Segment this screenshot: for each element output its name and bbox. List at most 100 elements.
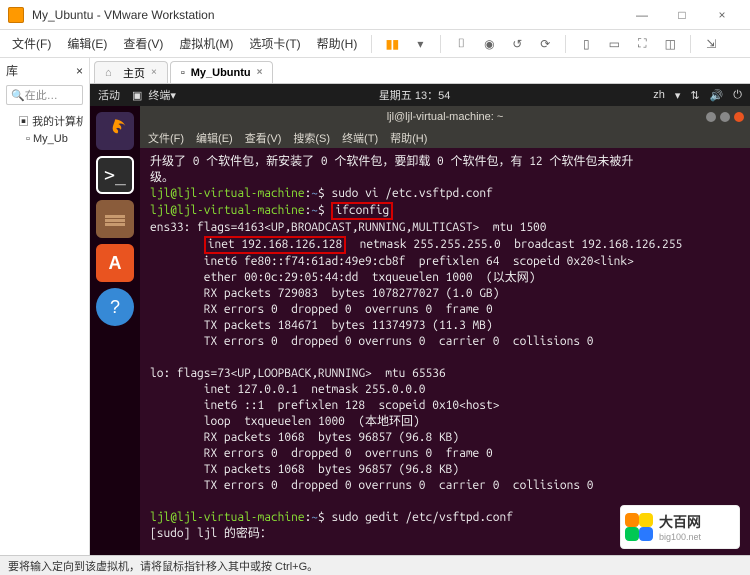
- view-fullscreen-icon[interactable]: ⛶: [632, 34, 652, 54]
- prompt-user: ljl@ljl-virtual-machine: [150, 204, 305, 217]
- close-button[interactable]: ×: [702, 3, 742, 27]
- dock-help[interactable]: ?: [96, 288, 134, 326]
- menu-tabs[interactable]: 选项卡(T): [243, 31, 306, 56]
- watermark: 大百网 big100.net: [620, 505, 740, 549]
- term-menu-view[interactable]: 查看(V): [245, 130, 282, 146]
- close-icon[interactable]: ×: [257, 67, 263, 78]
- status-text: 要将输入定向到该虚拟机，请将鼠标指针移入其中或按 Ctrl+G。: [8, 561, 318, 573]
- help-icon: ?: [110, 297, 120, 318]
- minimize-icon[interactable]: [706, 112, 716, 122]
- output-line: RX packets 729083 bytes 1078277027 (1.0 …: [150, 287, 499, 300]
- output-line: TX errors 0 dropped 0 overruns 0 carrier…: [150, 479, 594, 492]
- output-line: RX packets 1068 bytes 96857 (96.8 KB): [150, 431, 459, 444]
- prompt-path: ~: [311, 511, 318, 524]
- view-unity-icon[interactable]: ◫: [660, 34, 680, 54]
- prompt-path: ~: [311, 204, 318, 217]
- dock-software[interactable]: A: [96, 244, 134, 282]
- app-name[interactable]: 终端: [148, 87, 170, 103]
- tree-vm-item[interactable]: ▫ My_Ub: [6, 131, 83, 147]
- close-icon[interactable]: [734, 112, 744, 122]
- search-icon: 🔍: [11, 89, 25, 102]
- terminal-titlebar[interactable]: ljl@ljl-virtual-machine: ~: [140, 106, 750, 128]
- highlighted-ip: inet 192.168.126.128: [204, 236, 346, 254]
- stretch-icon[interactable]: ⇲: [701, 34, 721, 54]
- menu-help[interactable]: 帮助(H): [311, 31, 364, 56]
- library-search[interactable]: 🔍 在此…: [6, 85, 83, 105]
- term-menu-help[interactable]: 帮助(H): [390, 130, 427, 146]
- tab-vm[interactable]: ▫ My_Ubuntu ×: [170, 61, 274, 83]
- tree-root[interactable]: ▣ 我的计算机: [6, 111, 83, 131]
- view-single-icon[interactable]: ▯: [576, 34, 596, 54]
- ubuntu-topbar: 活动 ▣ 终端 ▾ 星期五 13：54 zh ▾ ⇅ 🔊 ⏻: [90, 84, 750, 106]
- terminal-title: ljl@ljl-virtual-machine: ~: [387, 111, 504, 123]
- term-menu-search[interactable]: 搜索(S): [293, 130, 330, 146]
- firefox-icon: [101, 117, 129, 145]
- output-line: TX packets 1068 bytes 96857 (96.8 KB): [150, 463, 459, 476]
- output-line: inet6 ::1 prefixlen 128 scopeid 0x10<hos…: [150, 399, 499, 412]
- terminal-icon: ▣: [132, 89, 142, 102]
- clock[interactable]: 星期五 13：54: [176, 87, 653, 103]
- tab-home[interactable]: ⌂ 主页 ×: [94, 61, 168, 83]
- tab-vm-label: My_Ubuntu: [191, 67, 251, 79]
- output-line: lo: flags=73<UP,LOOPBACK,RUNNING> mtu 65…: [150, 367, 446, 380]
- output-line: RX errors 0 dropped 0 overruns 0 frame 0: [150, 303, 493, 316]
- close-icon[interactable]: ×: [151, 67, 157, 78]
- activities-button[interactable]: 活动: [98, 87, 120, 103]
- tabbar: ⌂ 主页 × ▫ My_Ubuntu ×: [90, 58, 750, 84]
- watermark-logo-icon: [625, 513, 653, 541]
- maximize-icon[interactable]: [720, 112, 730, 122]
- output-line: [sudo] ljl 的密码：: [150, 527, 272, 540]
- statusbar: 要将输入定向到该虚拟机，请将鼠标指针移入其中或按 Ctrl+G。: [0, 555, 750, 575]
- menu-edit[interactable]: 编辑(E): [61, 31, 113, 56]
- terminal-output[interactable]: 升级了 0 个软件包，新安装了 0 个软件包，要卸载 0 个软件包，有 12 个…: [140, 148, 750, 555]
- pause-icon[interactable]: ▮▮: [382, 34, 402, 54]
- output-line: inet 127.0.0.1 netmask 255.0.0.0: [150, 383, 426, 396]
- files-icon: [103, 209, 127, 229]
- minimize-button[interactable]: —: [622, 3, 662, 27]
- term-menu-file[interactable]: 文件(F): [148, 130, 184, 146]
- search-placeholder: 在此…: [25, 87, 58, 103]
- term-menu-terminal[interactable]: 终端(T): [342, 130, 378, 146]
- send-ctrl-alt-del-icon[interactable]: ⌷: [451, 34, 471, 54]
- snapshot-icon[interactable]: ◉: [479, 34, 499, 54]
- separator: [371, 35, 372, 53]
- dock-terminal[interactable]: >_: [96, 156, 134, 194]
- output-line: TX packets 184671 bytes 11374973 (11.3 M…: [150, 319, 493, 332]
- menu-file[interactable]: 文件(F): [6, 31, 57, 56]
- language-indicator[interactable]: zh: [653, 89, 665, 101]
- close-icon[interactable]: ×: [76, 64, 83, 78]
- terminal-window: ljl@ljl-virtual-machine: ~ 文件(F) 编辑(E) 查…: [140, 106, 750, 555]
- guest-viewport[interactable]: 活动 ▣ 终端 ▾ 星期五 13：54 zh ▾ ⇅ 🔊 ⏻: [90, 84, 750, 555]
- view-console-icon[interactable]: ▭: [604, 34, 624, 54]
- toolbar-dropdown-icon[interactable]: ▾: [410, 34, 430, 54]
- sound-icon[interactable]: 🔊: [710, 89, 724, 102]
- separator: [440, 35, 441, 53]
- prompt-user: ljl@ljl-virtual-machine: [150, 187, 305, 200]
- menu-view[interactable]: 查看(V): [117, 31, 169, 56]
- library-title: 库: [6, 62, 18, 79]
- window-titlebar: My_Ubuntu - VMware Workstation — □ ×: [0, 0, 750, 30]
- output-line: ether 00:0c:29:05:44:dd txqueuelen 1000 …: [150, 271, 535, 284]
- power-icon[interactable]: ⏻: [733, 89, 742, 102]
- terminal-menubar: 文件(F) 编辑(E) 查看(V) 搜索(S) 终端(T) 帮助(H): [140, 128, 750, 148]
- home-icon: ⌂: [105, 67, 117, 79]
- output-line: loop txqueuelen 1000 (本地环回): [150, 415, 420, 428]
- dock-firefox[interactable]: [96, 112, 134, 150]
- menubar: 文件(F) 编辑(E) 查看(V) 虚拟机(M) 选项卡(T) 帮助(H) ▮▮…: [0, 30, 750, 58]
- separator: [565, 35, 566, 53]
- tab-home-label: 主页: [123, 65, 145, 81]
- prompt-user: ljl@ljl-virtual-machine: [150, 511, 305, 524]
- dock-files[interactable]: [96, 200, 134, 238]
- term-menu-edit[interactable]: 编辑(E): [196, 130, 233, 146]
- menu-vm[interactable]: 虚拟机(M): [173, 31, 239, 56]
- manage-icon[interactable]: ⟳: [535, 34, 555, 54]
- output-line: 升级了 0 个软件包，新安装了 0 个软件包，要卸载 0 个软件包，有 12 个…: [150, 155, 633, 184]
- library-tree: ▣ 我的计算机 ▫ My_Ub: [0, 107, 89, 151]
- output-line: inet6 fe80::f74:61ad:49e9:cb8f prefixlen…: [150, 255, 634, 268]
- revert-icon[interactable]: ↺: [507, 34, 527, 54]
- separator: [690, 35, 691, 53]
- network-icon[interactable]: ⇅: [690, 89, 699, 102]
- output-line: TX errors 0 dropped 0 overruns 0 carrier…: [150, 335, 594, 348]
- maximize-button[interactable]: □: [662, 3, 702, 27]
- ubuntu-dock: >_ A ?: [90, 106, 140, 555]
